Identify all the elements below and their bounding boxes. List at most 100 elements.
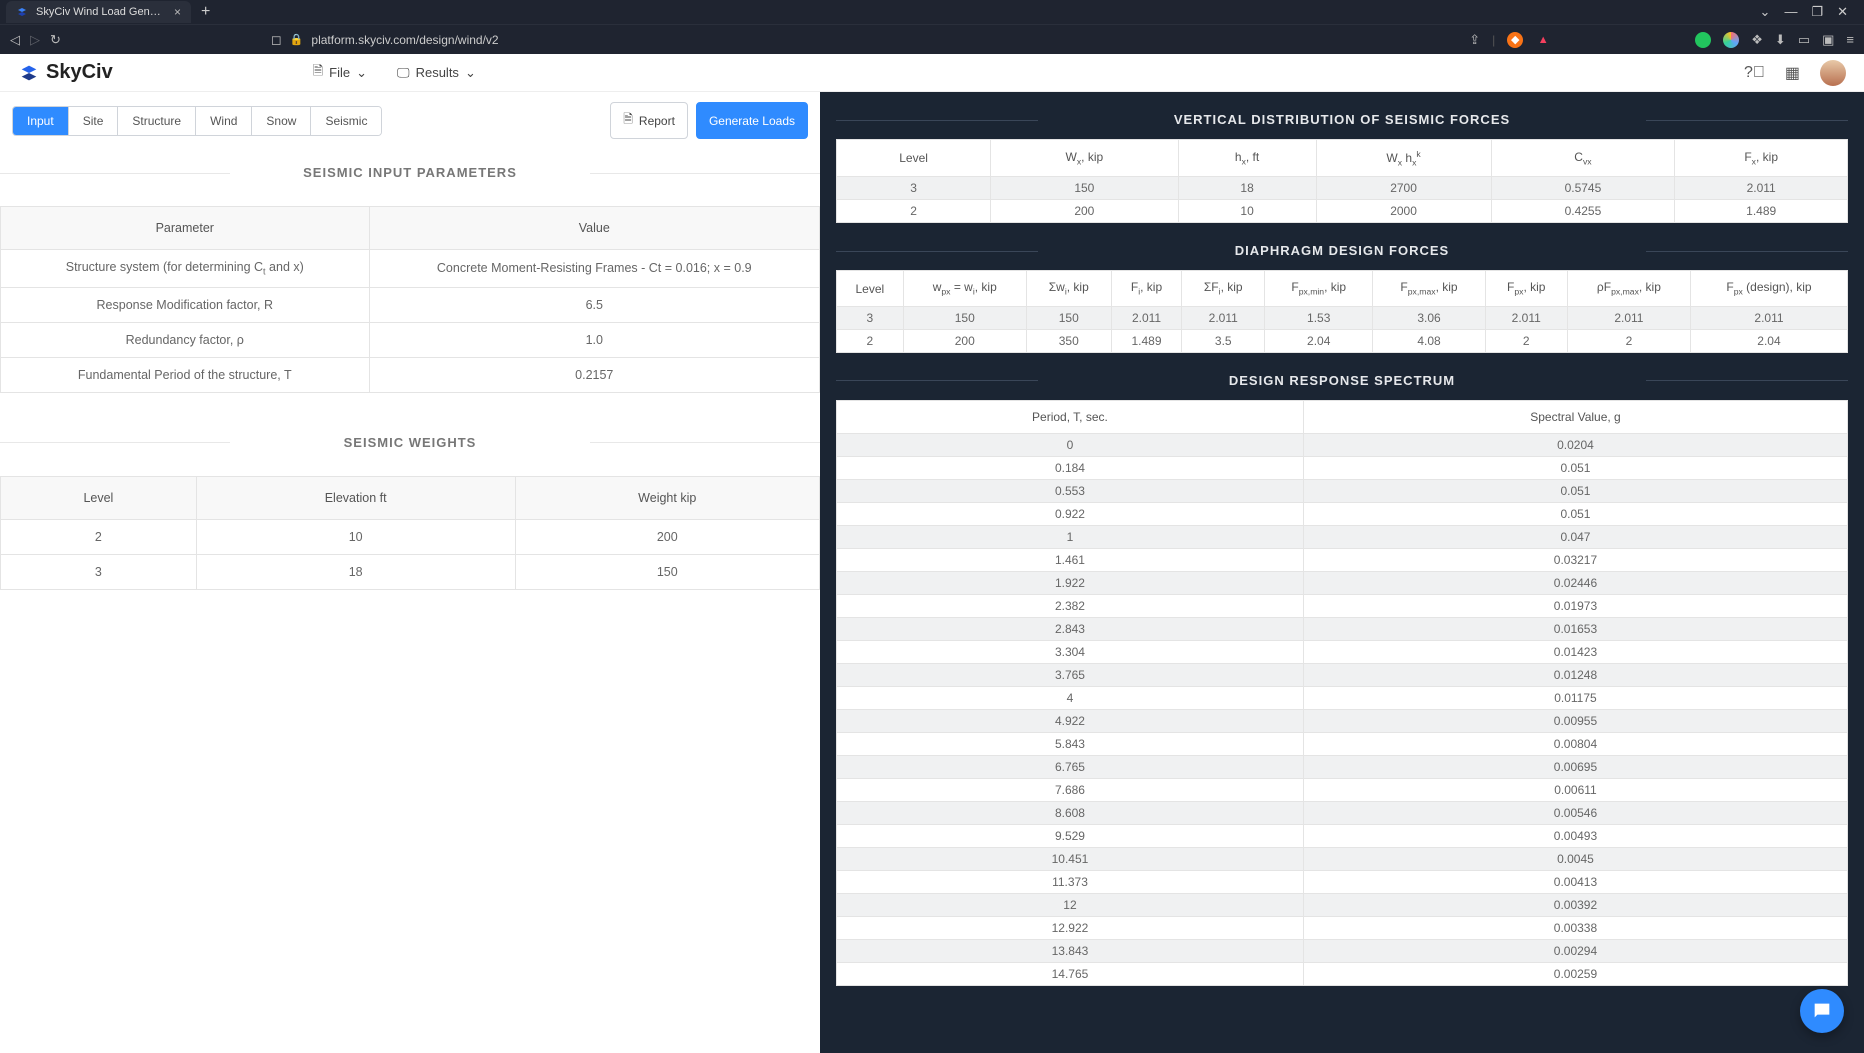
column-header: Level	[1, 476, 197, 519]
column-header: Fx, kip	[1675, 140, 1848, 177]
column-header: ΣFi, kip	[1182, 271, 1265, 306]
table-row: 120.00392	[837, 893, 1848, 916]
reader-icon[interactable]: ▭	[1798, 32, 1810, 48]
pip-icon[interactable]: ▣	[1822, 32, 1834, 48]
table-row: 22003501.4893.52.044.08222.04	[837, 329, 1848, 352]
column-header: ρFpx,max, kip	[1567, 271, 1690, 306]
column-header: Value	[369, 207, 819, 250]
tab-input[interactable]: Input	[13, 107, 69, 135]
bookmark-icon[interactable]: ◻	[271, 32, 282, 48]
table-row: 31501827000.57452.011	[837, 177, 1848, 200]
column-header: Fpx,min, kip	[1265, 271, 1373, 306]
tab-seismic[interactable]: Seismic	[311, 107, 381, 135]
table-row: 210200	[1, 519, 820, 554]
column-header: Period, T, sec.	[837, 400, 1304, 433]
table-row: Redundancy factor, ρ1.0	[1, 322, 820, 357]
column-header: Elevation ft	[196, 476, 515, 519]
tab-wind[interactable]: Wind	[196, 107, 252, 135]
chat-bubble-button[interactable]	[1800, 989, 1844, 1033]
new-tab-button[interactable]: +	[197, 3, 214, 21]
download-icon[interactable]: ⬇	[1775, 32, 1786, 48]
reload-icon[interactable]: ↻	[50, 32, 61, 48]
tab-site[interactable]: Site	[69, 107, 119, 135]
address-url[interactable]: platform.skyciv.com/design/wind/v2	[311, 33, 498, 47]
right-panel: VERTICAL DISTRIBUTION OF SEISMIC FORCES …	[820, 92, 1864, 1053]
extensions-icon[interactable]: ❖	[1751, 32, 1763, 48]
app-logo[interactable]: SkyCiv	[18, 61, 113, 84]
table-row: 8.6080.00546	[837, 801, 1848, 824]
close-tab-icon[interactable]: ×	[174, 5, 181, 19]
minimize-icon[interactable]: —	[1784, 4, 1797, 20]
hamburger-icon[interactable]: ≡	[1846, 32, 1854, 47]
table-row: 0.9220.051	[837, 502, 1848, 525]
section-title-design-response-spectrum: DESIGN RESPONSE SPECTRUM	[836, 373, 1848, 388]
table-row: Structure system (for determining Ct and…	[1, 250, 820, 288]
column-header: Parameter	[1, 207, 370, 250]
column-header: Fpx, kip	[1485, 271, 1567, 306]
table-row: 2.8430.01653	[837, 617, 1848, 640]
table-row: 0.1840.051	[837, 456, 1848, 479]
table-row: 22001020000.42551.489	[837, 200, 1848, 223]
share-icon[interactable]: ⇪	[1469, 32, 1480, 48]
browser-tab[interactable]: SkyCiv Wind Load Generat ×	[6, 1, 191, 23]
chevron-down-icon: ⌄	[356, 65, 367, 81]
table-row: 13.8430.00294	[837, 939, 1848, 962]
column-header: Weight kip	[515, 476, 820, 519]
file-menu[interactable]: 🗎 File ⌄	[313, 62, 367, 84]
monitor-icon: 🖵	[397, 65, 410, 81]
browser-chrome: SkyCiv Wind Load Generat × + ⌄ — ❐ ✕ ◁ ▷…	[0, 0, 1864, 54]
seismic-input-parameters-table: ParameterValue Structure system (for det…	[0, 206, 820, 393]
tab-snow[interactable]: Snow	[252, 107, 311, 135]
ext-color-icon[interactable]	[1723, 32, 1739, 48]
column-header: wpx = wi, kip	[903, 271, 1026, 306]
section-title-vertical-distribution: VERTICAL DISTRIBUTION OF SEISMIC FORCES	[836, 112, 1848, 127]
maximize-icon[interactable]: ❐	[1811, 4, 1823, 20]
warning-icon[interactable]: ▲	[1535, 32, 1551, 48]
app-header: SkyCiv 🗎 File ⌄ 🖵 Results ⌄ ?⃝ ▦	[0, 54, 1864, 92]
apps-grid-icon[interactable]: ▦	[1785, 63, 1800, 83]
file-icon: 🗎	[313, 62, 323, 84]
column-header: Fpx (design), kip	[1690, 271, 1847, 306]
column-header: Wx, kip	[991, 140, 1178, 177]
table-row: 10.4510.0045	[837, 847, 1848, 870]
help-icon[interactable]: ?⃝	[1744, 64, 1765, 82]
table-row: 6.7650.00695	[837, 755, 1848, 778]
browser-tab-title: SkyCiv Wind Load Generat	[36, 6, 166, 18]
column-header: Wx hxk	[1316, 140, 1491, 177]
section-title-seismic-input: SEISMIC INPUT PARAMETERS	[0, 165, 820, 180]
forward-icon[interactable]: ▷	[30, 32, 40, 48]
table-row: 12.9220.00338	[837, 916, 1848, 939]
app-brand: SkyCiv	[46, 61, 113, 84]
tab-structure[interactable]: Structure	[118, 107, 196, 135]
table-row: 40.01175	[837, 686, 1848, 709]
table-row: 00.0204	[837, 433, 1848, 456]
avatar[interactable]	[1820, 60, 1846, 86]
column-header: hx, ft	[1178, 140, 1316, 177]
back-icon[interactable]: ◁	[10, 32, 20, 48]
table-row: 14.7650.00259	[837, 962, 1848, 985]
column-header: Level	[837, 271, 904, 306]
design-response-spectrum-table: Period, T, sec.Spectral Value, g 00.0204…	[836, 400, 1848, 986]
table-row: 9.5290.00493	[837, 824, 1848, 847]
ext-green-icon[interactable]	[1695, 32, 1711, 48]
chevron-down-icon[interactable]: ⌄	[1760, 4, 1771, 20]
table-row: 31501502.0112.0111.533.062.0112.0112.011	[837, 306, 1848, 329]
skyciv-favicon-icon	[16, 6, 28, 18]
table-row: 3.7650.01248	[837, 663, 1848, 686]
column-header: Σwi, kip	[1026, 271, 1111, 306]
column-header: Fi, kip	[1111, 271, 1182, 306]
generate-loads-button[interactable]: Generate Loads	[696, 102, 808, 139]
input-tabs: InputSiteStructureWindSnowSeismic	[12, 106, 382, 136]
column-header: Spectral Value, g	[1303, 400, 1847, 433]
results-menu[interactable]: 🖵 Results ⌄	[397, 62, 476, 84]
table-row: Response Modification factor, R6.5	[1, 287, 820, 322]
brave-shield-icon[interactable]: ◆	[1507, 32, 1523, 48]
chevron-down-icon: ⌄	[465, 65, 476, 81]
report-button[interactable]: 🗎 Report	[610, 102, 688, 139]
column-header: Cvx	[1491, 140, 1675, 177]
table-row: Fundamental Period of the structure, T0.…	[1, 357, 820, 392]
diaphragm-design-forces-table: Levelwpx = wi, kipΣwi, kipFi, kipΣFi, ki…	[836, 270, 1848, 352]
table-row: 2.3820.01973	[837, 594, 1848, 617]
close-window-icon[interactable]: ✕	[1837, 4, 1848, 20]
table-row: 1.4610.03217	[837, 548, 1848, 571]
